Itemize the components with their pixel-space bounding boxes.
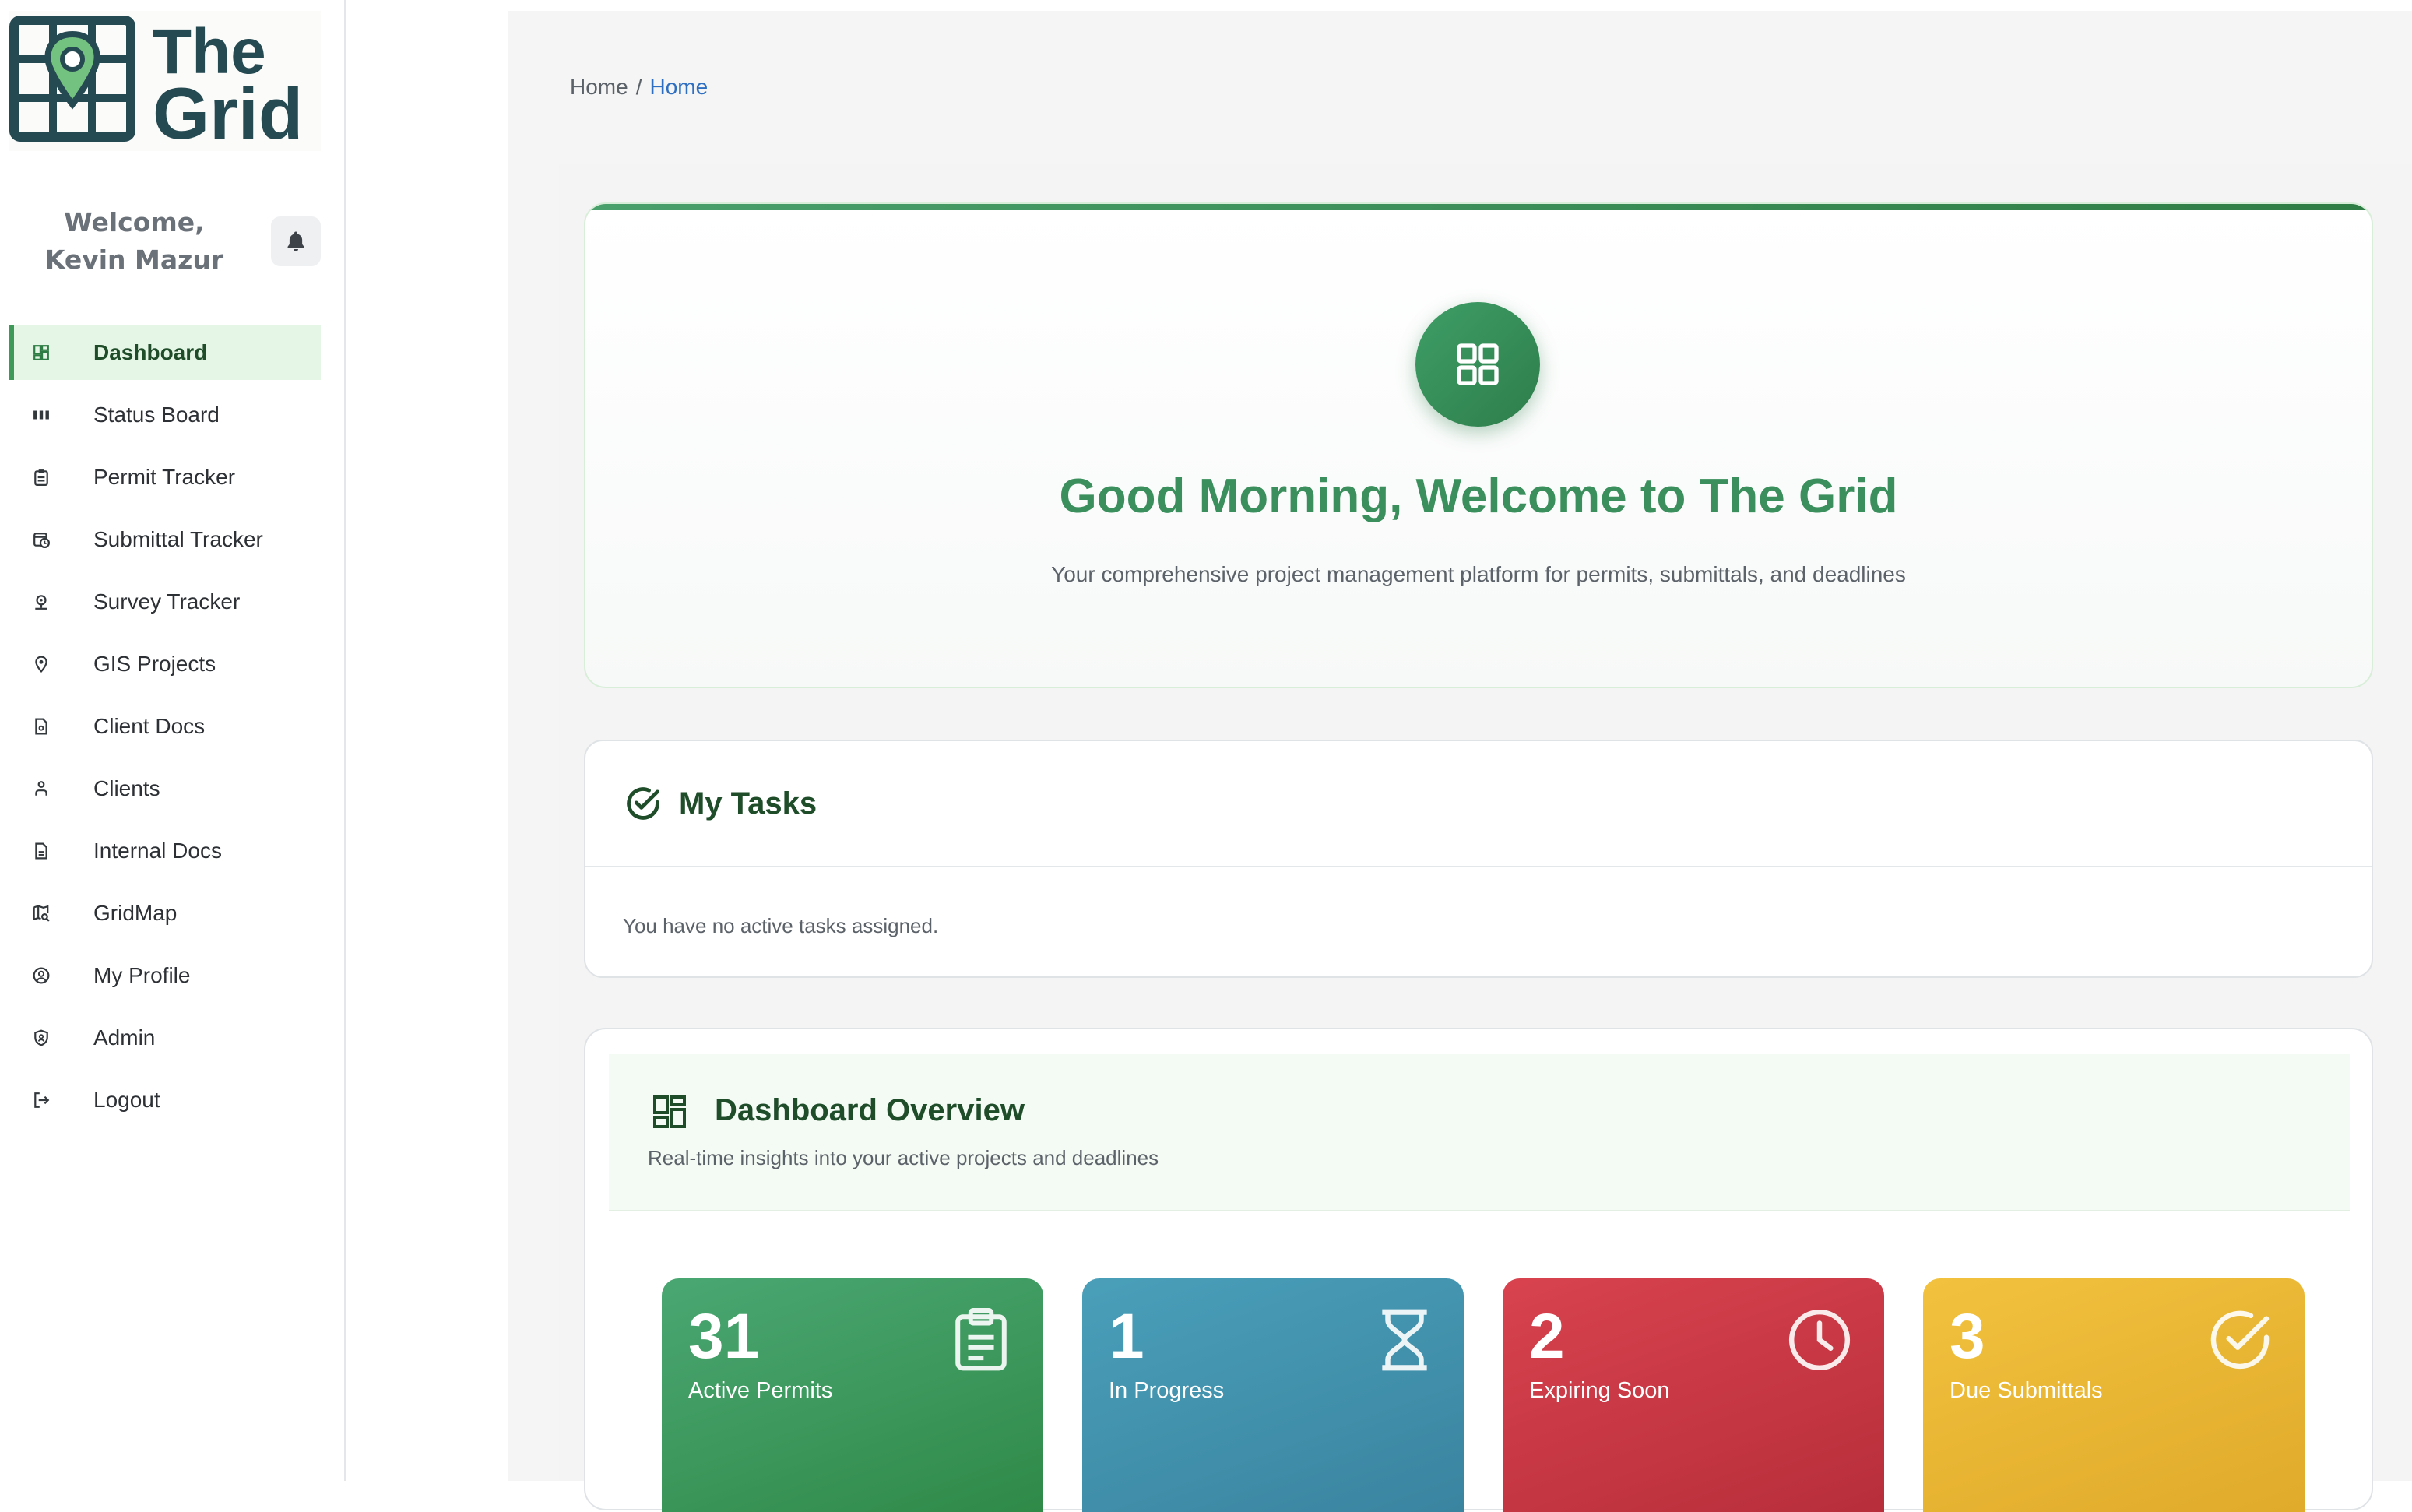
stat-label: Expiring Soon (1529, 1378, 1670, 1403)
svg-text:Grid: Grid (153, 72, 303, 143)
breadcrumb-root-link[interactable]: Home (570, 75, 628, 99)
dashboard-overview-header: Dashboard Overview Real-time insights in… (609, 1054, 2350, 1211)
breadcrumb: Home / Home (570, 75, 708, 100)
clock-icon (1788, 1309, 1851, 1371)
stat-card-in-progress[interactable]: 1 In Progress (1082, 1278, 1464, 1512)
my-tasks-card: My Tasks You have no active tasks assign… (584, 740, 2373, 978)
sidebar-item-gis-projects[interactable]: GIS Projects (9, 637, 321, 691)
hourglass-icon (1382, 1309, 1427, 1371)
stat-value: 1 (1109, 1301, 1144, 1372)
stat-label: In Progress (1109, 1378, 1225, 1403)
sidebar-item-label: Submittal Tracker (93, 527, 263, 551)
sidebar-item-submittal-tracker[interactable]: Submittal Tracker (9, 512, 321, 567)
map-pin-icon (31, 592, 51, 612)
welcome-text: Welcome, Kevin Mazur (44, 207, 224, 275)
stat-value: 3 (1950, 1301, 1985, 1372)
stat-value: 31 (688, 1301, 760, 1372)
clipboard-icon (955, 1307, 1007, 1371)
sidebar-item-logout[interactable]: Logout (9, 1073, 321, 1127)
dashboard-content: Good Morning, Welcome to The Grid Your c… (559, 164, 2412, 1512)
sidebar-item-admin[interactable]: Admin (9, 1011, 321, 1065)
sidebar-item-client-docs[interactable]: Client Docs (9, 699, 321, 754)
sidebar-item-label: Client Docs (93, 714, 206, 738)
dashboard-icon (653, 1095, 686, 1128)
shield-icon (31, 1028, 51, 1048)
dashboard-overview-subtitle: Real-time insights into your active proj… (648, 1146, 1159, 1169)
sidebar-item-label: Internal Docs (93, 839, 222, 863)
user-circle-icon (31, 965, 51, 986)
sidebar-item-label: Dashboard (93, 340, 208, 364)
file-icon (31, 841, 51, 861)
stat-label: Due Submittals (1950, 1378, 2103, 1403)
dashboard-icon (31, 343, 51, 363)
check-circle-icon (627, 787, 659, 820)
page-subtitle: Your comprehensive project management pl… (1051, 562, 1906, 586)
sidebar-item-label: Permit Tracker (93, 465, 236, 489)
sidebar-item-permit-tracker[interactable]: Permit Tracker (9, 450, 321, 505)
sidebar-nav: Dashboard Status Board Permit Tracker Su… (9, 325, 321, 1135)
document-icon (31, 716, 51, 737)
check-circle-icon (2210, 1310, 2270, 1370)
main-content: Home / Home Good Morning, Welcome to The G… (508, 11, 2412, 1512)
dashboard-icon (1415, 302, 1540, 427)
sidebar-item-label: Clients (93, 776, 160, 800)
calendar-clock-icon (31, 529, 51, 550)
sidebar-item-survey-tracker[interactable]: Survey Tracker (9, 575, 321, 629)
sidebar-item-clients[interactable]: Clients (9, 761, 321, 816)
dashboard-overview-title: Dashboard Overview (715, 1093, 1025, 1127)
breadcrumb-current-link[interactable]: Home (649, 75, 708, 99)
stat-card-due-submittals[interactable]: 3 Due Submittals (1923, 1278, 2305, 1512)
logout-icon (31, 1090, 51, 1110)
map-search-icon (31, 903, 51, 923)
clients-icon (31, 779, 51, 799)
page-title: Good Morning, Welcome to The Grid (1059, 469, 1898, 523)
sidebar-item-internal-docs[interactable]: Internal Docs (9, 824, 321, 878)
notifications-button[interactable] (271, 216, 321, 266)
stat-value: 2 (1529, 1301, 1565, 1372)
my-tasks-header: My Tasks (585, 741, 2372, 867)
sidebar-item-my-profile[interactable]: My Profile (9, 948, 321, 1003)
stat-card-active-permits[interactable]: 31 Active Permits (662, 1278, 1043, 1512)
sidebar-item-label: My Profile (93, 963, 191, 987)
stat-label: Active Permits (688, 1378, 833, 1403)
sidebar-item-label: GIS Projects (93, 652, 216, 676)
sidebar-item-dashboard[interactable]: Dashboard (9, 325, 321, 380)
dashboard-overview-card: Dashboard Overview Real-time insights in… (584, 1028, 2373, 1512)
stat-card-expiring-soon[interactable]: 2 Expiring Soon (1503, 1278, 1884, 1512)
sidebar-item-label: GridMap (93, 901, 178, 925)
sidebar-item-gridmap[interactable]: GridMap (9, 886, 321, 941)
tasks-empty-message: You have no active tasks assigned. (623, 914, 939, 937)
sidebar-item-label: Admin (93, 1025, 156, 1050)
sidebar-item-status-board[interactable]: Status Board (9, 388, 321, 442)
app-logo[interactable]: The Grid (9, 11, 321, 151)
location-icon (31, 654, 51, 674)
bell-icon (287, 231, 304, 251)
board-icon (31, 405, 51, 425)
layout-gutter (346, 0, 508, 1481)
sidebar-item-label: Logout (93, 1088, 160, 1112)
my-tasks-title: My Tasks (679, 786, 817, 821)
sidebar-item-label: Survey Tracker (93, 589, 241, 614)
clipboard-icon (31, 467, 51, 487)
sidebar-item-label: Status Board (93, 403, 220, 427)
welcome-hero-card: Good Morning, Welcome to The Grid Your c… (584, 202, 2373, 688)
breadcrumb-separator: / (635, 75, 642, 99)
sidebar: The Grid Welcome, Kevin Mazur Dashboard … (0, 0, 346, 1481)
